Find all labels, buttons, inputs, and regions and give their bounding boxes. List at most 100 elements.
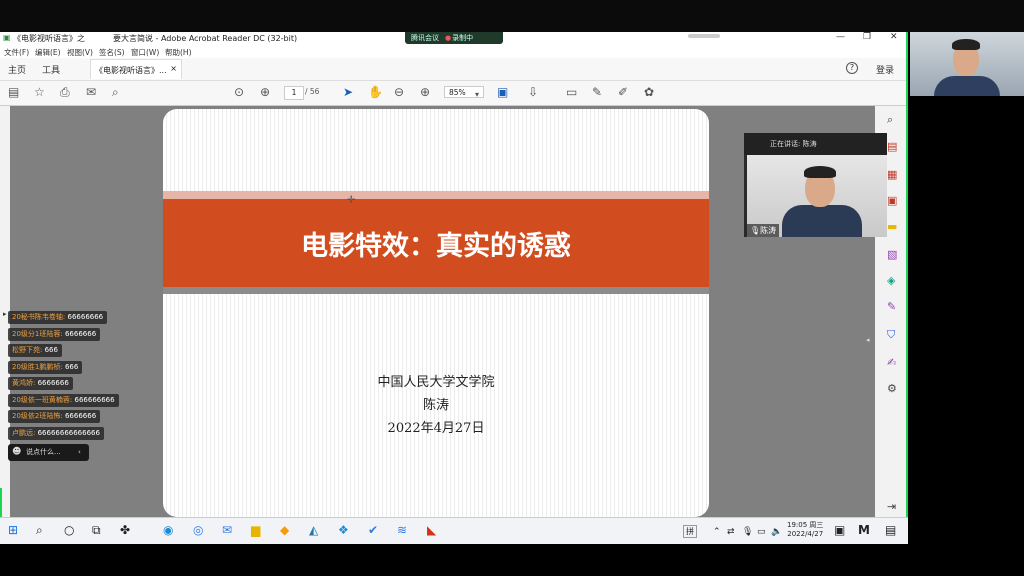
tab-close-icon[interactable]: × bbox=[170, 64, 177, 73]
edge-icon[interactable]: ◉ bbox=[163, 523, 173, 537]
menu-file[interactable]: 文件(F) bbox=[4, 47, 29, 58]
menu-edit[interactable]: 编辑(E) bbox=[35, 47, 61, 58]
select-cursor-icon[interactable]: ➤ bbox=[343, 85, 353, 99]
previous-page-icon[interactable]: ⊙ bbox=[234, 85, 244, 99]
draw-icon[interactable]: ✐ bbox=[618, 85, 628, 99]
print-icon[interactable]: ⎙ bbox=[60, 85, 70, 99]
tray-volume-icon[interactable]: 🔈 bbox=[771, 525, 782, 539]
share-border-right bbox=[906, 32, 908, 544]
tab-home[interactable]: 主页 bbox=[8, 63, 26, 76]
maximize-icon[interactable]: ❐ bbox=[863, 32, 871, 42]
drag-handle[interactable] bbox=[688, 34, 720, 38]
rail-more-tools-icon[interactable]: ⚙ bbox=[887, 382, 897, 395]
rail-protect-icon[interactable]: ⛉ bbox=[887, 328, 895, 342]
window-title-right: 要大言简说 - Adobe Acrobat Reader DC (32-bit) bbox=[113, 34, 298, 43]
acrobat-icon[interactable]: ◣ bbox=[427, 523, 436, 537]
search-icon[interactable]: ⌕ bbox=[112, 85, 119, 99]
save-icon[interactable]: ▤ bbox=[8, 85, 19, 99]
danmaku-item: 20级胜1鹏鹏桢: 666 bbox=[8, 361, 83, 374]
danmaku-arrow-icon[interactable]: ▸ bbox=[3, 310, 7, 318]
clock-time: 19:05 周三 bbox=[787, 521, 824, 529]
toolbar: ▤ ☆ ⎙ ✉ ⌕ ⊙ ⊕ 1 / 56 ➤ ✋ ⊖ ⊕ 85% ▾ ▣ ⇩ ▭… bbox=[0, 81, 908, 106]
rail-combine-icon[interactable]: ▧ bbox=[887, 248, 897, 261]
mail-icon[interactable]: ✉ bbox=[222, 523, 232, 537]
rail-compress-icon[interactable]: ◈ bbox=[887, 274, 895, 287]
rail-comment-icon[interactable]: ▬ bbox=[887, 220, 897, 233]
app-orange-icon[interactable]: ◆ bbox=[280, 523, 289, 537]
slide-top-stripe bbox=[163, 191, 709, 199]
emoji-icon[interactable]: ☻ bbox=[12, 444, 21, 461]
danmaku-item: 松野下苑: 666 bbox=[8, 344, 62, 357]
tab-tools[interactable]: 工具 bbox=[42, 63, 60, 76]
collapse-right-icon[interactable]: ◂ bbox=[866, 336, 870, 344]
danmaku-item: 卢鹏远: 66666666666666 bbox=[8, 427, 104, 440]
menu-help[interactable]: 帮助(H) bbox=[165, 47, 192, 58]
ime-indicator[interactable]: 拼 bbox=[683, 525, 697, 538]
menu-bar: 文件(F) 编辑(E) 视图(V) 签名(S) 窗口(W) 帮助(H) bbox=[0, 46, 908, 58]
cortana-icon[interactable]: ○ bbox=[64, 523, 74, 537]
taskbar-search-icon[interactable]: ⌕ bbox=[36, 523, 43, 537]
next-page-icon[interactable]: ⊕ bbox=[260, 85, 270, 99]
danmaku-item: 20秘书陈韦卷轴: 66666666 bbox=[8, 311, 108, 324]
recording-dot-icon: ● bbox=[445, 34, 452, 42]
speaker-video-window[interactable]: 🎙 正在讲话: 陈涛 🎙陈涛 bbox=[744, 133, 887, 237]
app-fan-icon[interactable]: ✤ bbox=[120, 523, 130, 537]
chat-placeholder: 说点什么... bbox=[26, 448, 61, 456]
meeting-label: 腾讯会议 bbox=[411, 34, 439, 42]
notification-icon[interactable]: ▣ bbox=[834, 523, 845, 537]
tray-chevron-icon[interactable]: ⌃ bbox=[713, 525, 721, 539]
minimize-icon[interactable]: — bbox=[836, 32, 845, 42]
app-chat-icon[interactable]: ◎ bbox=[193, 523, 203, 537]
tray-battery-icon[interactable]: ▭ bbox=[757, 525, 766, 539]
page-number-input[interactable]: 1 bbox=[284, 86, 304, 100]
rail-export-icon[interactable]: ▣ bbox=[887, 194, 897, 207]
page-fit-icon[interactable]: ▣ bbox=[497, 85, 508, 99]
tab-document[interactable]: 《电影视听语言》... × bbox=[90, 59, 182, 79]
danmaku-item: 黄鸿娇: 6666666 bbox=[8, 377, 73, 390]
tray-network-icon[interactable]: ⇄ bbox=[727, 525, 735, 539]
slide-page: 电影特效：真实的诱惑 中国人民大学文学院 陈涛 2022年4月27日 bbox=[163, 109, 709, 517]
taskbar-clock[interactable]: 19:05 周三 2022/4/27 bbox=[787, 521, 823, 539]
app-bird-icon[interactable]: ❖ bbox=[338, 523, 349, 537]
comment-icon[interactable]: ▭ bbox=[566, 85, 577, 99]
help-icon[interactable]: ? bbox=[846, 62, 858, 74]
rail-fill-sign-icon[interactable]: ✎ bbox=[887, 300, 896, 313]
zoom-out-icon[interactable]: ⊖ bbox=[394, 85, 404, 99]
tray-mic-icon[interactable]: 🎙 bbox=[742, 525, 753, 539]
menu-window[interactable]: 窗口(W) bbox=[131, 47, 159, 58]
rail-organize-icon[interactable]: ▦ bbox=[887, 168, 897, 181]
task-view-icon[interactable]: ⧉ bbox=[92, 523, 101, 537]
tencent-meeting-icon[interactable]: ✔ bbox=[368, 523, 378, 537]
file-explorer-icon[interactable]: ▆ bbox=[251, 523, 260, 537]
cursor-crosshair-icon: ✛ bbox=[347, 195, 356, 206]
scroll-mode-icon[interactable]: ⇩ bbox=[528, 85, 538, 99]
app-m-icon[interactable]: M bbox=[858, 523, 870, 537]
email-icon[interactable]: ✉ bbox=[86, 85, 96, 99]
speaking-indicator: 正在讲话: 陈涛 bbox=[744, 133, 887, 155]
self-webcam-feed[interactable] bbox=[910, 32, 1024, 96]
rail-sign-icon[interactable]: ✍ bbox=[887, 356, 896, 369]
slide-title: 电影特效：真实的诱惑 bbox=[301, 230, 571, 262]
rail-pdf-icon[interactable]: ▤ bbox=[887, 140, 897, 153]
chat-input[interactable]: ☻ 说点什么... ‹ bbox=[8, 444, 89, 461]
start-icon[interactable]: ⊞ bbox=[8, 523, 18, 537]
zoom-dropdown-icon[interactable]: ▾ bbox=[475, 88, 479, 102]
app-blue-icon[interactable]: ◭ bbox=[309, 523, 318, 537]
highlight-pen-icon[interactable]: ✎ bbox=[592, 85, 602, 99]
chat-collapse-icon[interactable]: ‹ bbox=[78, 444, 81, 461]
zoom-in-icon[interactable]: ⊕ bbox=[420, 85, 430, 99]
close-icon[interactable]: ✕ bbox=[890, 32, 898, 42]
windows-taskbar: ⊞ ⌕ ○ ⧉ ✤ ◉ ◎ ✉ ▆ ◆ ◭ ❖ ✔ ≋ ◣ 拼 ⌃ ⇄ 🎙 ▭ … bbox=[0, 517, 908, 544]
stamp-icon[interactable]: ✿ bbox=[644, 85, 654, 99]
hand-tool-icon[interactable]: ✋ bbox=[368, 85, 383, 99]
rail-search-icon[interactable]: ⌕ bbox=[887, 113, 893, 127]
login-button[interactable]: 登录 bbox=[876, 63, 894, 76]
meeting-status-pill[interactable]: 腾讯会议 ● 录制中 bbox=[405, 32, 503, 44]
app-wave-icon[interactable]: ≋ bbox=[397, 523, 407, 537]
action-center-icon[interactable]: ▤ bbox=[885, 523, 896, 537]
clock-date: 2022/4/27 bbox=[787, 530, 824, 538]
menu-sign[interactable]: 签名(S) bbox=[99, 47, 125, 58]
bookmark-star-icon[interactable]: ☆ bbox=[34, 85, 45, 99]
menu-view[interactable]: 视图(V) bbox=[67, 47, 93, 58]
rail-collapse-icon[interactable]: ⇥ bbox=[887, 500, 896, 513]
